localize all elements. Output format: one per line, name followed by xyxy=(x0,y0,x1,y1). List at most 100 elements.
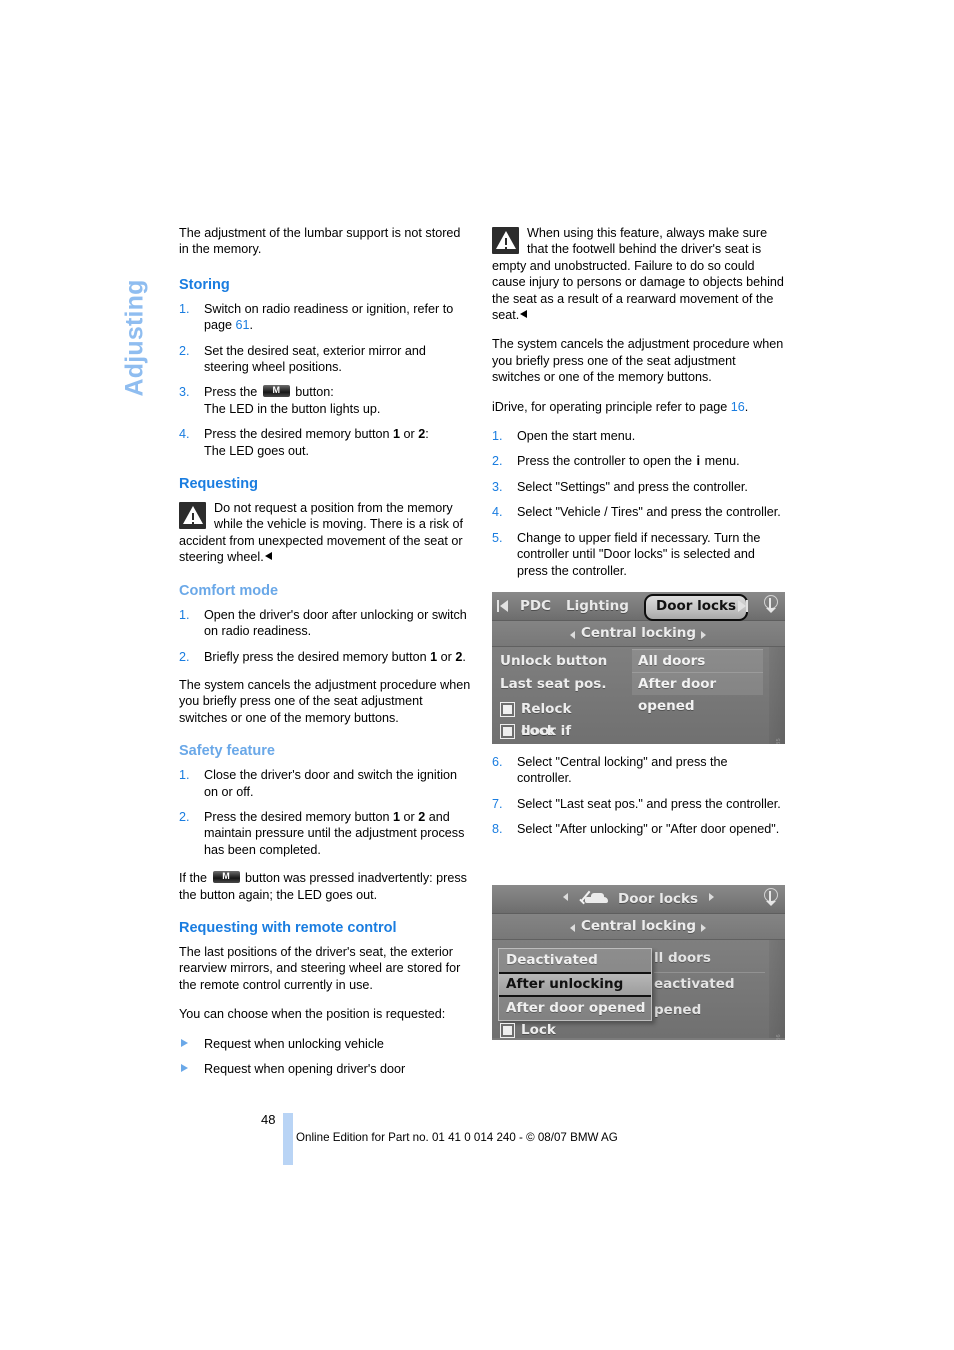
tab-door-locks-selected[interactable]: Door locks xyxy=(644,594,749,621)
title-right-arrow-icon xyxy=(709,893,715,901)
step-number: 1. xyxy=(492,429,503,444)
idrive-reference: iDrive, for operating principle refer to… xyxy=(492,399,784,415)
setting-row-last-seat-pos[interactable]: Last seat pos. After door opened xyxy=(492,672,785,714)
heading-requesting: Requesting xyxy=(179,476,258,493)
step-number: 2. xyxy=(179,649,190,664)
dropdown-option-after-unlocking-selected[interactable]: After unlocking xyxy=(499,972,651,997)
warning-text-body: When using this feature, always make sur… xyxy=(492,226,784,323)
warning-block-requesting: Do not request a position from the memor… xyxy=(179,500,471,566)
memory-button-1: 1 xyxy=(393,427,401,442)
checkbox-label: Lock after driving xyxy=(521,723,556,739)
background-value-deactivated: eactivated xyxy=(654,976,735,992)
remote-control-paragraph-1: The last positions of the driver's seat,… xyxy=(179,944,461,992)
step-number: 1. xyxy=(179,768,190,783)
step-text-tail: . xyxy=(249,318,254,333)
idrive-reference-before: iDrive, for operating principle refer to… xyxy=(492,399,731,414)
list-item: 4. Press the desired memory button 1 or … xyxy=(179,426,471,459)
warning-end-marker xyxy=(520,310,528,319)
heading-safety-feature: Safety feature xyxy=(179,743,275,760)
step-number: 1. xyxy=(179,301,190,316)
dropdown-option-deactivated[interactable]: Deactivated xyxy=(499,949,651,972)
list-item: 2. Press the controller to open the i me… xyxy=(492,453,784,469)
idrive-steps-6-to-8: 6. Select "Central locking" and press th… xyxy=(492,754,784,838)
setting-row-unlock-button[interactable]: Unlock button All doors xyxy=(492,649,785,673)
idrive-tab-bar: PDC Lighting Door locks xyxy=(492,592,785,621)
list-item: Request when unlocking vehicle xyxy=(179,1036,471,1052)
step-number: 4. xyxy=(179,427,190,442)
remote-control-options: Request when unlocking vehicle Request w… xyxy=(179,1036,471,1078)
background-value-all-doors: ll doors xyxy=(654,950,711,966)
list-item: 5. Change to upper field if necessary. T… xyxy=(492,530,784,579)
step-number: 3. xyxy=(492,479,503,494)
list-item: 1. Open the driver's door after unlockin… xyxy=(179,607,471,640)
idrive-settings-list: ll doors eactivated pened Deactivated Af… xyxy=(492,940,785,1038)
step-number: 5. xyxy=(492,530,503,545)
page-number: 48 xyxy=(261,1112,276,1127)
step-number: 3. xyxy=(179,385,190,400)
safety-feature-steps: 1. Close the driver's door and switch th… xyxy=(179,767,471,858)
list-item: 1. Close the driver's door and switch th… xyxy=(179,767,471,800)
idrive-title-door-locks: Door locks xyxy=(618,891,699,907)
safety-note-before: If the xyxy=(179,871,211,886)
dropdown-option-after-door-opened[interactable]: After door opened xyxy=(499,997,651,1020)
submenu-label-central-locking[interactable]: Central locking xyxy=(581,625,696,641)
chapter-tab: Adjusting xyxy=(112,225,158,405)
list-item: 3. Select "Settings" and press the contr… xyxy=(492,479,784,495)
triangle-bullet-icon xyxy=(181,1038,188,1047)
checkbox-icon[interactable] xyxy=(501,1024,514,1037)
prev-page-arrow-icon[interactable] xyxy=(500,600,508,612)
submenu-label-central-locking[interactable]: Central locking xyxy=(581,918,696,934)
screenshot-watermark: BMW0001485 xyxy=(776,738,782,744)
step-number: 4. xyxy=(492,505,503,520)
bullet-text: Request when unlocking vehicle xyxy=(204,1036,384,1051)
tab-pdc[interactable]: PDC xyxy=(520,596,551,616)
tab-lighting[interactable]: Lighting xyxy=(566,596,629,616)
step-text: Briefly press the desired memory button xyxy=(204,649,431,664)
step-number: 2. xyxy=(492,454,503,469)
dropdown-popup-last-seat-pos[interactable]: Deactivated After unlocking After door o… xyxy=(498,948,652,1021)
setting-value-field[interactable]: After door opened xyxy=(632,672,763,714)
idrive-title-bar: Door locks xyxy=(492,885,785,914)
step-text: Change to upper field if necessary. Turn… xyxy=(517,530,761,578)
page-reference-link[interactable]: 61 xyxy=(236,318,250,332)
step-text: Close the driver's door and switch the i… xyxy=(204,768,458,799)
step-text-mid: or xyxy=(400,427,419,442)
triangle-bullet-icon xyxy=(181,1064,188,1072)
list-item: 2. Press the desired memory button 1 or … xyxy=(179,809,471,858)
setting-value-field[interactable]: All doors xyxy=(632,649,763,672)
step-text-tail: menu. xyxy=(701,454,740,469)
page-reference-link[interactable]: 16 xyxy=(731,400,745,414)
step-number: 7. xyxy=(492,796,503,811)
step-number: 6. xyxy=(492,754,503,769)
chapter-tab-label: Adjusting xyxy=(120,279,149,397)
list-item: 6. Select "Central locking" and press th… xyxy=(492,754,784,787)
step-text: Select "Settings" and press the controll… xyxy=(517,479,748,494)
step-text: Press the controller to open the xyxy=(517,454,696,469)
step-text-tail: : xyxy=(425,427,429,442)
warning-end-marker xyxy=(264,552,272,561)
submenu-right-arrow-icon xyxy=(701,631,706,639)
screenshot-watermark: BMW0001486 xyxy=(776,1034,782,1040)
step-number: 2. xyxy=(179,343,190,358)
warning-block-footwell: When using this feature, always make sur… xyxy=(492,225,784,323)
remote-control-paragraph-2: You can choose when the position is requ… xyxy=(179,1007,446,1022)
list-item: 2. Briefly press the desired memory butt… xyxy=(179,649,471,665)
prev-page-bar xyxy=(497,600,499,612)
step-text-tail: . xyxy=(462,649,466,664)
list-item: 2. Set the desired seat, exterior mirror… xyxy=(179,343,471,376)
checkbox-icon[interactable] xyxy=(501,725,514,738)
idrive-settings-list: Unlock button All doors Last seat pos. A… xyxy=(492,647,785,744)
checkbox-icon[interactable] xyxy=(501,703,514,716)
next-page-arrow-icon[interactable] xyxy=(738,600,746,612)
setting-key: Unlock button xyxy=(500,653,608,669)
idrive-screenshot-last-seat-pos-popup: Door locks Central locking ll doors eact… xyxy=(492,885,785,1040)
idrive-reference-after: . xyxy=(744,399,749,414)
heading-requesting-remote-control: Requesting with remote control xyxy=(179,919,397,936)
scroll-down-indicator-icon xyxy=(761,595,779,617)
step-text: Select "Vehicle / Tires" and press the c… xyxy=(517,505,781,520)
heading-comfort-mode: Comfort mode xyxy=(179,582,279,599)
idrive-right-rail xyxy=(769,940,785,1038)
storing-steps: 1. Switch on radio readiness or ignition… xyxy=(179,301,471,459)
heading-storing: Storing xyxy=(179,276,230,293)
title-left-arrow-icon xyxy=(562,893,568,901)
